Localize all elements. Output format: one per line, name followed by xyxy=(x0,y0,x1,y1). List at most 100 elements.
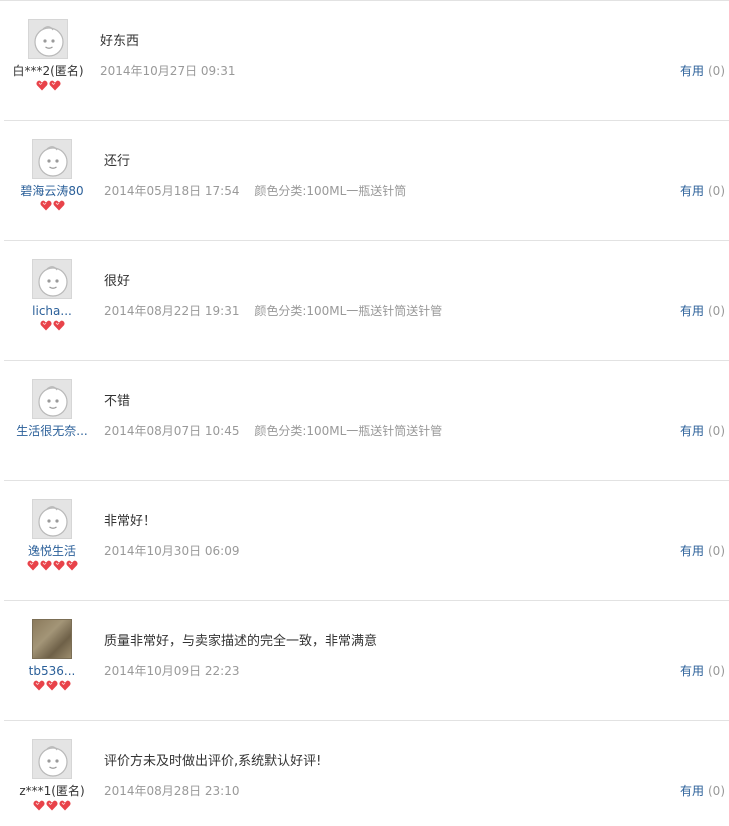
rank-heart-icon xyxy=(52,200,65,211)
rank-heart-icon xyxy=(33,680,45,691)
rank-heart-icon xyxy=(46,680,58,691)
useful-button[interactable]: 有用 xyxy=(680,64,704,78)
useful-vote: 有用 (0) xyxy=(680,663,725,679)
rank-heart-icon xyxy=(39,320,52,331)
review-text: 还行 xyxy=(104,154,131,169)
buyer-rank xyxy=(4,680,100,692)
review-list: 白***2(匿名) 好东西 2014年10月27日 09:31 有用 (0) 碧海… xyxy=(0,0,729,826)
rank-heart-icon xyxy=(33,800,45,811)
reviewer-info: licha... xyxy=(4,241,100,332)
default-avatar-icon[interactable] xyxy=(28,19,68,59)
reviewer-info: 白***2(匿名) xyxy=(0,1,96,92)
reviewer-name[interactable]: licha... xyxy=(4,303,100,319)
default-avatar-icon[interactable] xyxy=(32,739,72,779)
review-text: 质量非常好，与卖家描述的完全一致，非常满意 xyxy=(104,634,378,649)
review-item: z***1(匿名) 评价方未及时做出评价,系统默认好评! 2014年08月28日… xyxy=(4,720,729,826)
review-meta: 2014年10月27日 09:31 xyxy=(100,63,729,79)
buyer-rank xyxy=(4,560,100,572)
useful-button[interactable]: 有用 xyxy=(680,784,704,798)
reviewer-name[interactable]: 白***2(匿名) xyxy=(0,63,96,79)
rank-heart-icon xyxy=(46,800,58,811)
review-date: 2014年08月28日 23:10 xyxy=(104,784,240,798)
review-sku: 颜色分类:100ML一瓶送针筒送针管 xyxy=(254,424,443,438)
review-item: 白***2(匿名) 好东西 2014年10月27日 09:31 有用 (0) xyxy=(0,0,729,120)
review-meta: 2014年08月07日 10:45 颜色分类:100ML一瓶送针筒送针管 xyxy=(104,423,729,439)
reviewer-info: tb536... xyxy=(4,601,100,692)
default-avatar-icon xyxy=(38,266,68,297)
useful-count: (0) xyxy=(708,184,725,198)
review-text: 不错 xyxy=(104,394,131,409)
default-avatar-icon xyxy=(34,26,64,57)
review-content: 好东西 2014年10月27日 09:31 xyxy=(100,33,729,79)
review-text: 好东西 xyxy=(100,34,140,49)
reviewer-info: 生活很无奈... xyxy=(4,361,100,452)
rank-heart-icon xyxy=(26,560,39,571)
useful-button[interactable]: 有用 xyxy=(680,424,704,438)
review-content: 还行 2014年05月18日 17:54 颜色分类:100ML一瓶送针筒 xyxy=(104,153,729,199)
user-photo-avatar[interactable] xyxy=(32,619,72,659)
review-item: licha... 很好 2014年08月22日 19:31 颜色分类:100ML… xyxy=(4,240,729,360)
reviewer-info: z***1(匿名) xyxy=(4,721,100,812)
useful-vote: 有用 (0) xyxy=(680,63,725,79)
useful-vote: 有用 (0) xyxy=(680,783,725,799)
review-content: 很好 2014年08月22日 19:31 颜色分类:100ML一瓶送针筒送针管 xyxy=(104,273,729,319)
review-date: 2014年05月18日 17:54 xyxy=(104,184,240,198)
reviewer-name[interactable]: 碧海云涛80 xyxy=(4,183,100,199)
useful-count: (0) xyxy=(708,784,725,798)
rank-heart-icon xyxy=(35,80,48,91)
useful-count: (0) xyxy=(708,664,725,678)
rank-heart-icon xyxy=(52,320,65,331)
review-text: 评价方未及时做出评价,系统默认好评! xyxy=(104,754,322,769)
rank-heart-icon xyxy=(48,80,61,91)
review-text: 非常好！ xyxy=(104,514,157,529)
rank-heart-icon xyxy=(39,200,52,211)
review-meta: 2014年05月18日 17:54 颜色分类:100ML一瓶送针筒 xyxy=(104,183,729,199)
reviewer-info: 逸悦生活 xyxy=(4,481,100,572)
review-date: 2014年10月09日 22:23 xyxy=(104,664,240,678)
review-meta: 2014年08月28日 23:10 xyxy=(104,783,729,799)
default-avatar-icon[interactable] xyxy=(32,139,72,179)
review-date: 2014年08月22日 19:31 xyxy=(104,304,240,318)
review-content: 质量非常好，与卖家描述的完全一致，非常满意 2014年10月09日 22:23 xyxy=(104,633,729,679)
review-sku: 颜色分类:100ML一瓶送针筒送针管 xyxy=(254,304,443,318)
review-item: 碧海云涛80 还行 2014年05月18日 17:54 颜色分类:100ML一瓶… xyxy=(4,120,729,240)
review-date: 2014年10月27日 09:31 xyxy=(100,64,236,78)
reviewer-name[interactable]: 逸悦生活 xyxy=(4,543,100,559)
review-content: 不错 2014年08月07日 10:45 颜色分类:100ML一瓶送针筒送针管 xyxy=(104,393,729,439)
buyer-rank xyxy=(4,440,100,452)
review-sku: 颜色分类:100ML一瓶送针筒 xyxy=(254,184,407,198)
useful-button[interactable]: 有用 xyxy=(680,184,704,198)
rank-heart-icon xyxy=(59,680,71,691)
default-avatar-icon[interactable] xyxy=(32,259,72,299)
review-meta: 2014年08月22日 19:31 颜色分类:100ML一瓶送针筒送针管 xyxy=(104,303,729,319)
review-item: 逸悦生活 非常好！ 2014年10月30日 06:09 有用 (0) xyxy=(4,480,729,600)
default-avatar-icon[interactable] xyxy=(32,499,72,539)
useful-button[interactable]: 有用 xyxy=(680,664,704,678)
review-date: 2014年10月30日 06:09 xyxy=(104,544,240,558)
buyer-rank xyxy=(0,80,96,92)
rank-heart-icon xyxy=(65,560,78,571)
reviewer-name[interactable]: tb536... xyxy=(4,663,100,679)
buyer-rank xyxy=(4,320,100,332)
review-date: 2014年08月07日 10:45 xyxy=(104,424,240,438)
review-content: 非常好！ 2014年10月30日 06:09 xyxy=(104,513,729,559)
useful-button[interactable]: 有用 xyxy=(680,544,704,558)
rank-heart-icon xyxy=(59,800,71,811)
useful-count: (0) xyxy=(708,304,725,318)
default-avatar-icon xyxy=(38,746,68,777)
reviewer-name[interactable]: 生活很无奈... xyxy=(4,423,100,439)
rank-heart-icon xyxy=(52,560,65,571)
default-avatar-icon xyxy=(38,146,68,177)
useful-button[interactable]: 有用 xyxy=(680,304,704,318)
review-meta: 2014年10月30日 06:09 xyxy=(104,543,729,559)
reviewer-info: 碧海云涛80 xyxy=(4,121,100,212)
useful-vote: 有用 (0) xyxy=(680,423,725,439)
default-avatar-icon xyxy=(38,386,68,417)
default-avatar-icon[interactable] xyxy=(32,379,72,419)
reviewer-name[interactable]: z***1(匿名) xyxy=(4,783,100,799)
review-item: 生活很无奈... 不错 2014年08月07日 10:45 颜色分类:100ML… xyxy=(4,360,729,480)
useful-count: (0) xyxy=(708,544,725,558)
buyer-rank xyxy=(4,200,100,212)
review-content: 评价方未及时做出评价,系统默认好评! 2014年08月28日 23:10 xyxy=(104,753,729,799)
useful-vote: 有用 (0) xyxy=(680,183,725,199)
